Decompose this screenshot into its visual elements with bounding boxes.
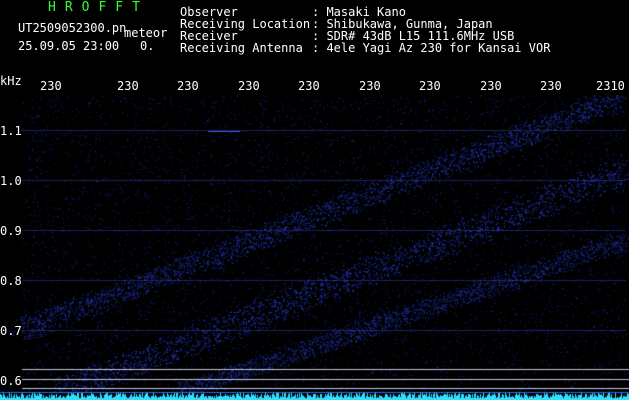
counter-label: 0. bbox=[140, 39, 155, 53]
antenna-value: : 4ele Yagi Az 230 for Kansai VOR bbox=[312, 41, 551, 55]
x-tick: 230 bbox=[40, 79, 62, 93]
antenna-label: Receiving Antenna bbox=[180, 41, 303, 55]
y-tick: 1.0 bbox=[0, 174, 22, 188]
x-tick: 2310 bbox=[596, 79, 625, 93]
spectrogram-plot bbox=[0, 0, 629, 400]
x-tick: 230 bbox=[419, 79, 441, 93]
x-tick: 230 bbox=[238, 79, 260, 93]
app-title: HROFFT bbox=[48, 0, 149, 15]
y-tick: 0.6 bbox=[0, 374, 22, 388]
x-tick: 230 bbox=[480, 79, 502, 93]
y-tick: 0.7 bbox=[0, 324, 22, 338]
x-tick: 230 bbox=[298, 79, 320, 93]
mode-label: meteor bbox=[124, 26, 168, 40]
unit-label: kHz bbox=[0, 74, 22, 88]
x-tick: 230 bbox=[117, 79, 139, 93]
y-tick: 0.9 bbox=[0, 224, 22, 238]
x-tick: 230 bbox=[359, 79, 381, 93]
x-tick: 230 bbox=[177, 79, 199, 93]
filename-label: UT2509052300.pn bbox=[18, 21, 127, 35]
y-tick: 0.8 bbox=[0, 274, 22, 288]
timestamp-label: 25.09.05 23:00 bbox=[18, 39, 120, 53]
x-tick: 230 bbox=[540, 79, 562, 93]
y-tick: 1.1 bbox=[0, 124, 22, 138]
